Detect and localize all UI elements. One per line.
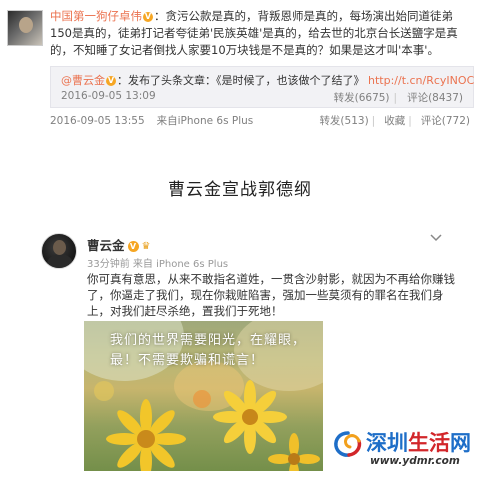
divider: | [393,92,398,104]
post-timestamp[interactable]: 2016-09-05 13:55 [50,115,145,127]
article-headline: 曹云金宣战郭德纲 [168,180,312,200]
post-meta: 33分钟前 来自 iPhone 6s Plus [87,259,229,270]
site-watermark: 深圳生活网 www.ydmr.com [330,425,480,478]
avatar-body [47,254,73,268]
watermark-title-c: 网 [450,431,471,455]
avatar[interactable] [7,10,43,46]
post-text: 中国第一狗仔卓伟 V ：贪污公款是真的，背叛恩师是真的，每场演出始同道徒弟150是真… [50,8,474,59]
watermark-title-b: 生活 [408,431,450,455]
repost-line: @曹云金 V ：发布了头条文章：《是时候了，也该做个了结了》 http://t.cn… [61,72,474,88]
short-url-link[interactable]: http://t.cn/RcyINOC [368,74,474,87]
watermark-title-a: 深圳 [366,431,408,455]
author-name-text: 曹云金 [87,238,125,253]
post-source: 来自iPhone 6s Plus [156,115,254,127]
crown-icon: ♛ [141,241,151,252]
avatar[interactable] [41,233,77,269]
repost-author-link[interactable]: @曹云金 [61,74,105,87]
post-image[interactable]: 我们的世界需要阳光，在耀眼，最！不需要欺骗和谎言！ [84,321,323,471]
chevron-down-icon[interactable] [430,231,442,245]
repost-action-text: ：发布了头条文章：《是时候了，也该做个了结了》 [117,74,365,87]
post-meta: 2016-09-05 13:55 来自iPhone 6s Plus [50,113,253,128]
verified-icon: V [106,76,116,86]
divider: | [371,115,376,127]
repost-forward-button[interactable]: 转发(6675) [334,92,390,104]
repost-comment-button[interactable]: 评论(8437) [407,92,463,104]
repost-box: @曹云金 V ：发布了头条文章：《是时候了，也该做个了结了》 http://t.cn… [50,66,474,108]
avatar-head [53,240,66,255]
forward-button[interactable]: 转发(513) [319,115,368,127]
swirl-logo-icon [334,431,362,457]
comment-button[interactable]: 评论(772) [421,115,470,127]
image-caption: 我们的世界需要阳光，在耀眼，最！不需要欺骗和谎言！ [110,333,307,368]
verified-icon: V [143,11,153,22]
watermark-title: 深圳生活网 [366,427,471,457]
author-link[interactable]: 中国第一狗仔卓伟 [50,9,142,23]
divider: | [408,115,412,127]
favorite-button[interactable]: 收藏 [384,115,405,127]
watermark-url: www.ydmr.com [370,455,460,467]
reposted-weibo-card: 中国第一狗仔卓伟 V ：贪污公款是真的，背叛恩师是真的，每场演出始同道徒弟150是真… [0,0,480,135]
author-name[interactable]: 曹云金 V ♛ [87,235,150,254]
repost-actions: 转发(6675) | 评论(8437) [330,90,463,105]
verified-icon: V [127,241,139,252]
post-body: 你可真有意思，从来不敢指名道姓，一贯含沙射影，就因为不再给你赚钱了，你逼走了我们… [87,272,455,318]
repost-timestamp[interactable]: 2016-09-05 13:09 [61,90,156,102]
post-actions: 转发(513) | 收藏 | 评论(772) [316,113,470,128]
avatar-face [19,17,33,33]
